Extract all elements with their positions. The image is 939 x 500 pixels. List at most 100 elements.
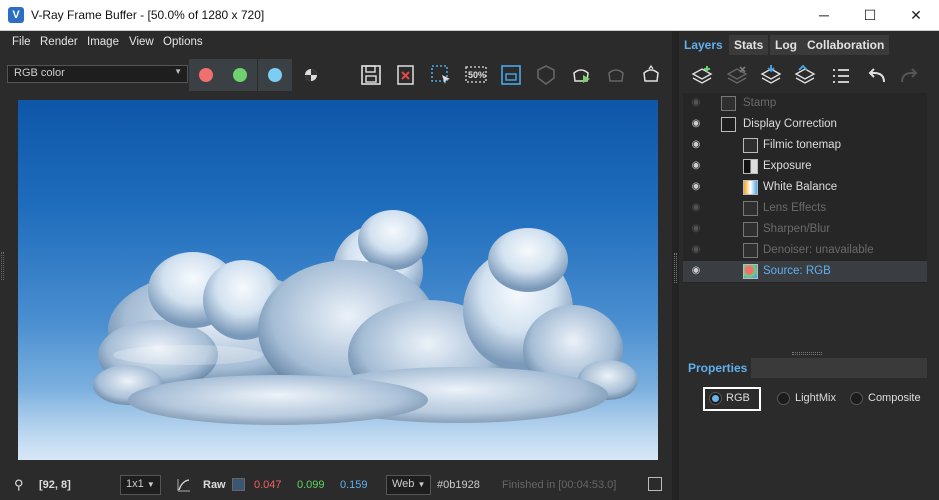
layer-row-stamp[interactable]: ◉ Stamp [683,93,927,114]
sharpen-blur-icon [743,222,758,237]
main-toolbar: RGB color ▼ 50% [0,55,672,93]
green-dot-icon [233,68,247,82]
eye-hidden-icon[interactable]: ◉ [689,223,703,235]
compare-view-icon[interactable] [499,63,523,87]
layer-label: Exposure [763,160,812,172]
layer-row-sharpen-blur[interactable]: ◉ Sharpen/Blur [683,219,927,240]
lock-render-icon[interactable] [534,63,558,87]
minimize-button[interactable]: ─ [801,0,847,31]
composite-radio[interactable]: Composite [850,387,930,411]
layer-row-lens-effects[interactable]: ◉ Lens Effects [683,198,927,219]
tab-collaboration[interactable]: Collaboration [802,35,890,55]
layer-label: Sharpen/Blur [763,223,831,235]
raw-label: Raw [203,479,226,491]
layer-row-denoiser[interactable]: ◉ Denoiser: unavailable [683,240,927,261]
menu-bar: File Render Image View Options [0,31,672,55]
radio-unchecked-icon [850,392,863,405]
composite-radio-label: Composite [868,392,921,404]
lens-effects-icon [743,201,758,216]
eye-icon[interactable]: ◉ [689,160,703,172]
red-channel-button[interactable] [189,59,223,91]
menu-file[interactable]: File [12,36,31,48]
render-time: Finished in [00:04:53.0] [502,479,617,491]
blue-value: 0.159 [340,479,368,491]
layers-pane: Layers Stats Log Collaboration ◉ Stamp ◉… [679,31,939,500]
pane-splitter[interactable] [672,31,679,500]
save-image-icon[interactable] [359,63,383,87]
eye-icon[interactable]: ◉ [689,139,703,151]
maximize-button[interactable]: ☐ [847,0,893,31]
blue-channel-button[interactable] [258,59,292,91]
interactive-render-icon[interactable] [604,63,628,87]
render-viewport[interactable] [18,100,658,460]
mono-channel-icon[interactable] [299,63,323,87]
redo-icon[interactable] [897,64,921,88]
frame-buffer-pane: File Render Image View Options RGB color… [0,31,672,500]
radio-unchecked-icon [777,392,790,405]
properties-header: Properties [683,358,927,378]
status-bar: ⚲ [92, 8] 1x1 ▼ Raw 0.047 0.099 0.159 We… [0,471,672,500]
eye-hidden-icon[interactable]: ◉ [689,202,703,214]
start-render-icon[interactable] [639,63,663,87]
add-layer-icon[interactable] [690,64,714,88]
log-icon[interactable] [648,477,662,491]
splitter-grip [674,253,677,283]
chevron-down-icon: ▼ [417,480,426,489]
layer-label: White Balance [763,181,838,193]
zoom-percent-icon[interactable]: 50% [464,63,488,87]
eye-icon[interactable]: ◉ [689,118,703,130]
vray-logo-icon: V [8,7,24,23]
chevron-down-icon: ▼ [146,480,155,489]
layer-label: Source: RGB [763,265,831,277]
tab-log[interactable]: Log [770,35,802,55]
sampling-select[interactable]: 1x1 ▼ [120,475,161,495]
render-teapot-icon[interactable] [569,63,593,87]
layer-toolbar [679,61,939,91]
green-channel-button[interactable] [223,59,257,91]
eye-icon[interactable]: ◉ [689,181,703,193]
eye-icon[interactable]: ◉ [689,265,703,277]
channel-select-value: RGB color [14,67,65,79]
channel-select[interactable]: RGB color ▼ [7,65,188,83]
curve-icon[interactable] [176,477,192,493]
tab-layers[interactable]: Layers [679,35,728,55]
clear-image-icon[interactable] [394,63,418,87]
lightmix-radio-label: LightMix [795,392,836,404]
undo-icon[interactable] [865,64,889,88]
layer-row-source-rgb[interactable]: ◉ Source: RGB [683,261,927,282]
lightmix-radio[interactable]: LightMix [777,387,847,411]
menu-image[interactable]: Image [87,36,119,48]
curve-layer-icon [721,117,736,132]
left-resize-grip[interactable] [1,252,4,280]
menu-render[interactable]: Render [40,36,78,48]
layer-label: Denoiser: unavailable [763,244,874,256]
layer-label: Filmic tonemap [763,139,841,151]
tab-stats[interactable]: Stats [729,35,769,55]
source-mode-radios: RGB LightMix Composite [679,383,939,411]
menu-options[interactable]: Options [163,36,203,48]
vertical-splitter-grip[interactable] [792,352,822,355]
rgb-radio[interactable]: RGB [703,387,761,411]
layer-row-display-correction[interactable]: ◉ Display Correction [683,114,927,135]
rgb-radio-label: RGB [726,392,750,404]
layer-row-exposure[interactable]: ◉ Exposure [683,156,927,177]
pin-icon[interactable]: ⚲ [14,477,24,493]
colorspace-value: Web [392,478,415,490]
load-layers-icon[interactable] [793,64,817,88]
save-layers-icon[interactable] [759,64,783,88]
region-render-icon[interactable] [429,63,453,87]
delete-layer-icon[interactable] [725,64,749,88]
sampling-value: 1x1 [126,478,144,490]
layer-row-filmic-tonemap[interactable]: ◉ Filmic tonemap [683,135,927,156]
eye-hidden-icon[interactable]: ◉ [689,244,703,256]
colorspace-select[interactable]: Web ▼ [386,475,432,495]
eye-hidden-icon[interactable]: ◉ [689,97,703,109]
blue-dot-icon [268,68,282,82]
radio-checked-icon [709,392,722,405]
layer-row-white-balance[interactable]: ◉ White Balance [683,177,927,198]
zoom-percent-label: 50% [468,70,486,80]
layer-label: Lens Effects [763,202,827,214]
menu-view[interactable]: View [129,36,154,48]
layer-list-icon[interactable] [829,64,853,88]
close-button[interactable]: ✕ [893,0,939,31]
